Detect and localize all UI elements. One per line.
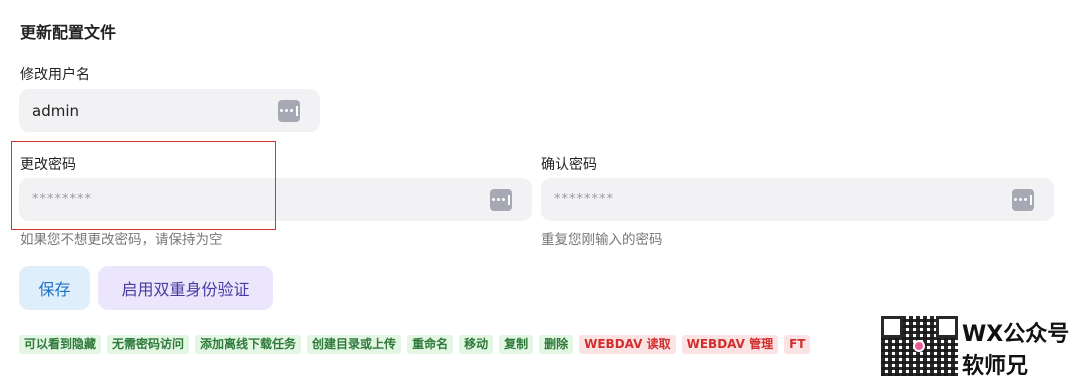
confirm-password-hint: 重复您刚输入的密码 [541,232,663,248]
password-manager-icon[interactable] [1012,188,1034,211]
permission-tag: 可以看到隐藏 [19,335,102,354]
watermark: WX公众号 软师兄 [881,314,1080,376]
section-title: 更新配置文件 [20,23,117,42]
annotation-highlight-box [11,141,276,230]
permission-tag: WEBDAV 读取 [579,335,676,354]
password-manager-icon[interactable] [278,99,300,122]
permission-tag: 复制 [499,335,534,354]
permission-tag: WEBDAV 管理 [681,335,779,354]
username-field[interactable] [19,89,320,132]
qr-code-icon [881,316,958,376]
permission-tag: 删除 [539,335,574,354]
enable-2fa-button[interactable]: 启用双重身份验证 [98,266,273,310]
profile-settings-page: 更新配置文件 修改用户名 更改密码 如果您不想更改密码，请保持为空 确认密码 重… [0,0,1080,376]
permission-tag: 无需密码访问 [107,335,190,354]
permission-tag: FT [784,335,811,354]
permission-tags: 可以看到隐藏 无需密码访问 添加离线下载任务 创建目录或上传 重命名 移动 复制… [19,335,811,354]
confirm-password-field[interactable] [541,178,1054,221]
watermark-line2: 软师兄 [962,354,1029,376]
username-input[interactable] [32,89,270,132]
permission-tag: 重命名 [407,335,454,354]
confirm-password-label: 确认密码 [541,157,597,173]
permission-tag: 添加离线下载任务 [195,335,302,354]
username-label: 修改用户名 [20,67,90,83]
confirm-password-input[interactable] [554,178,1004,221]
save-button[interactable]: 保存 [19,266,90,310]
watermark-line1: WX公众号 [962,322,1070,347]
permission-tag: 移动 [459,335,494,354]
password-hint: 如果您不想更改密码，请保持为空 [20,232,223,248]
password-manager-icon[interactable] [490,188,512,211]
permission-tag: 创建目录或上传 [307,335,402,354]
